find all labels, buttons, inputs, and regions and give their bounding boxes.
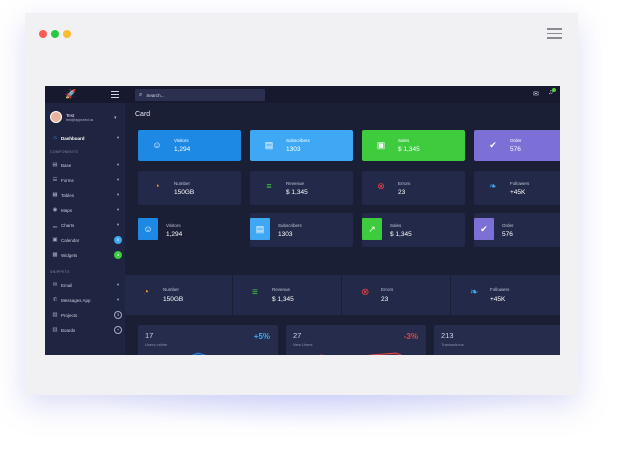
image-chart-icon: ▣ [376,140,386,150]
projects-badge: 3 [114,311,122,319]
sidebar-item-maps[interactable]: ◉ Maps ▾ [45,204,125,216]
card-sales-alt[interactable]: ↗ Sales $ 1,345 [362,213,465,247]
sidebar-item-charts[interactable]: ▁ Charts ▾ [45,219,125,231]
sidebar-item-calendar[interactable]: ▣ Calendar 5 [45,234,125,246]
widgets-icon: ▩ [52,252,58,258]
search-input[interactable]: Search... [146,93,164,98]
strip-number[interactable]: ◔ Number 150GB [125,275,233,315]
notification-dot [552,88,556,92]
bar-chart-icon: ▁ [52,222,58,228]
x-circle-icon: ⊗ [377,181,385,191]
newspaper-icon: ▤ [264,140,274,150]
layers-icon: ▤ [52,162,58,168]
card-number[interactable]: ◔ Number 150GB [138,171,241,205]
minimize-dot[interactable] [63,30,71,38]
card-revenue[interactable]: ≡ Revenue $ 1,345 [250,171,353,205]
card-visitors-alt[interactable]: ☺ Visitors 1,294 [138,213,241,247]
maximize-dot[interactable] [51,30,59,38]
users-icon: ☺ [138,218,158,240]
section-label-snippets: SNIPPETS [50,270,70,274]
mail-icon: ✉ [52,282,58,288]
sparkline-users-online [191,352,207,355]
boards-icon: ▥ [52,327,58,333]
user-email: test@appseed.us [66,117,94,122]
x-circle-icon: ⊗ [361,287,370,298]
card-subscribers-alt[interactable]: ▤ Subscribers 1303 [250,213,353,247]
boards-badge: + [114,326,122,334]
card-order-alt[interactable]: ✔ Order 576 [474,213,560,247]
coins-icon: ≡ [266,181,272,191]
chat-icon: ✆ [52,297,58,303]
graph-card-new-users[interactable]: 27 New Users -3% [286,325,426,355]
rocket-logo-icon[interactable]: 🚀 [65,89,76,100]
sidebar-toggle-icon[interactable] [111,91,119,100]
map-pin-icon: ◉ [52,207,58,213]
search-box[interactable]: ⌕ Search... [135,89,265,101]
strip-revenue[interactable]: ≡ Revenue $ 1,345 [234,275,342,315]
sidebar-item-dashboard[interactable]: ⌂ Dashboard ▾ [45,132,125,144]
close-dot[interactable] [39,30,47,38]
pie-chart-icon: ◔ [143,287,150,298]
sidebar-item-boards[interactable]: ▥ Boards + [45,324,125,336]
strip-followers[interactable]: ❧ Followers +45K [452,275,560,315]
coins-icon: ≡ [252,287,258,298]
chart-icon: ↗ [362,218,382,240]
graph-card-transactions[interactable]: 213 Transactions +7 [434,325,560,355]
sidebar-item-projects[interactable]: ▨ Projects 3 [45,309,125,321]
stack-icon: ☰ [52,177,58,183]
calendar-badge: 5 [114,236,122,244]
card-errors[interactable]: ⊗ Errors 23 [362,171,465,205]
card-order[interactable]: ✔ Order 576 [474,130,560,161]
twitter-icon: ❧ [470,287,479,298]
sidebar-item-tables[interactable]: ▦ Tables ▾ [45,189,125,201]
chevron-down-icon: ▾ [116,135,120,140]
users-icon: ☺ [152,140,162,150]
page-title: Card [135,111,151,118]
table-icon: ▦ [52,192,58,198]
calendar-icon: ▣ [52,237,58,243]
sidebar-item-base[interactable]: ▤ Base ▾ [45,159,125,171]
sparkline-new-users [319,352,403,355]
sidebar-item-widgets[interactable]: ▩ Widgets 4 [45,249,125,261]
check-circle-icon: ✔ [474,218,494,240]
widgets-badge: 4 [114,251,122,259]
avatar[interactable] [50,111,62,123]
chevron-down-icon[interactable]: ▾ [114,115,117,121]
card-visitors[interactable]: ☺ Visitors 1,294 [138,130,241,161]
projects-icon: ▨ [52,312,58,318]
card-followers[interactable]: ❧ Followers +45K [474,171,560,205]
pie-chart-icon: ◔ [154,181,160,191]
card-subscribers[interactable]: ▤ Subscribers 1303 [250,130,353,161]
strip-errors[interactable]: ⊗ Errors 23 [343,275,451,315]
window-controls [39,30,71,38]
sidebar-item-email[interactable]: ✉ Email ▾ [45,279,125,291]
card-sales[interactable]: ▣ Sales $ 1,345 [362,130,465,161]
mail-icon[interactable]: ✉ [533,90,539,98]
check-circle-icon: ✔ [489,140,497,150]
home-icon: ⌂ [53,135,57,141]
stats-strip: ◔ Number 150GB ≡ Revenue $ 1,345 ⊗ Error… [125,275,560,315]
section-label-components: COMPONENTS [50,150,79,154]
twitter-icon: ❧ [489,181,497,191]
app-screen: 🚀 ⌕ Search... ✉ ♫ Test test@appseed.us ▾… [45,86,560,355]
main-content: Card ☺ Visitors 1,294 ▤ Subscribers 1303… [125,103,560,355]
search-icon: ⌕ [139,91,143,98]
topbar: 🚀 ⌕ Search... ✉ ♫ [45,86,560,103]
sidebar: Test test@appseed.us ▾ ⌂ Dashboard ▾ COM… [45,103,125,355]
bell-icon[interactable]: ♫ [548,88,556,96]
sparkline-transactions [434,347,560,355]
browser-window: 🚀 ⌕ Search... ✉ ♫ Test test@appseed.us ▾… [25,13,578,395]
sidebar-item-messages[interactable]: ✆ Messages App ▾ [45,294,125,306]
sidebar-item-forms[interactable]: ☰ Forms ▾ [45,174,125,186]
newspaper-icon: ▤ [250,218,270,240]
browser-menu-icon[interactable] [547,28,562,42]
graph-card-users-online[interactable]: 17 Users online +5% [138,325,278,355]
user-profile[interactable]: Test test@appseed.us [50,111,93,123]
